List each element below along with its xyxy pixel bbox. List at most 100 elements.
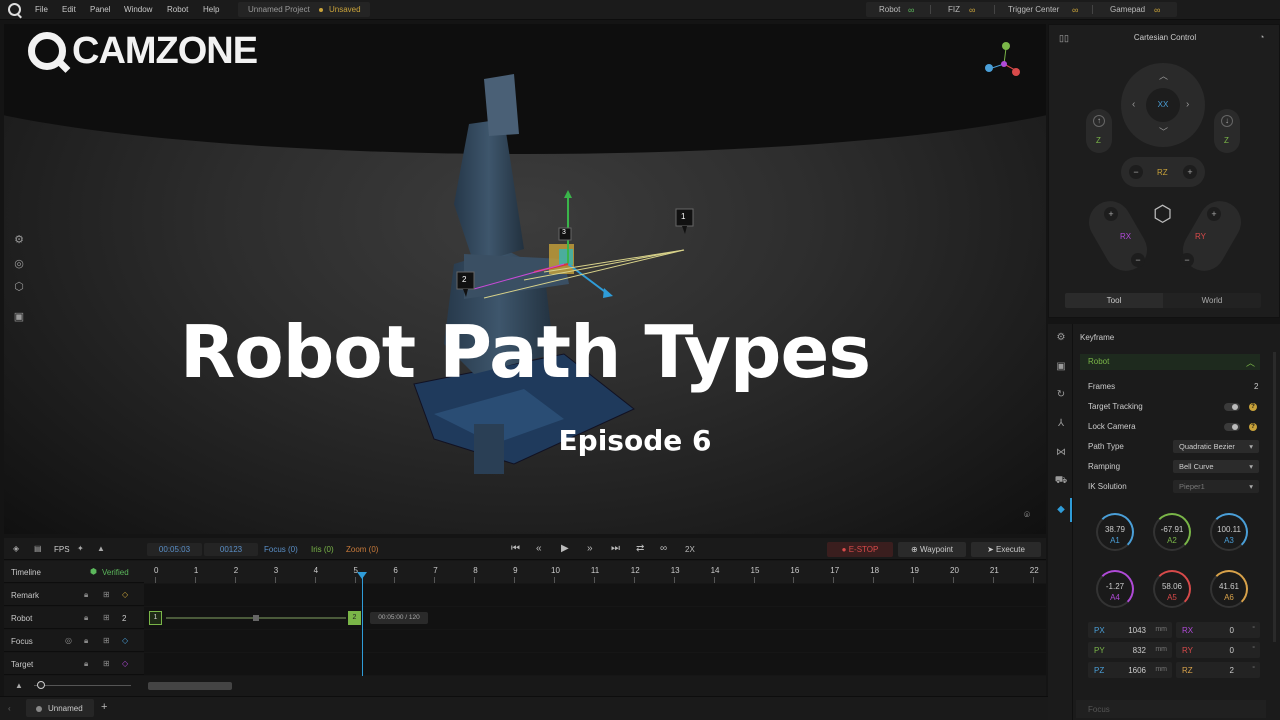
- go-to-start-icon[interactable]: ⏮: [511, 543, 520, 554]
- estop-button[interactable]: ● E-STOP: [827, 542, 893, 557]
- robot-view-icon[interactable]: ⚙: [13, 234, 25, 246]
- track-lane[interactable]: [144, 653, 1046, 675]
- pose-field-ry[interactable]: RY 0 °: [1176, 642, 1260, 658]
- keyframe-diamond-icon[interactable]: ◇: [122, 636, 128, 645]
- orbit-icon[interactable]: ↻: [1054, 388, 1068, 402]
- menu-window[interactable]: Window: [124, 5, 152, 14]
- xy-center-button[interactable]: XX: [1146, 88, 1180, 122]
- path-type-select[interactable]: Quadratic Bezier: [1173, 440, 1259, 453]
- keyframe-diamond-icon[interactable]: ◇: [122, 590, 128, 599]
- joint-dial-a6[interactable]: 41.61 A6: [1210, 570, 1248, 608]
- add-tab-icon[interactable]: +: [101, 701, 107, 713]
- joint-dial-a4[interactable]: -1.27 A4: [1096, 570, 1134, 608]
- dpad-up-icon[interactable]: ︿: [1159, 69, 1168, 82]
- waypoint-button[interactable]: ⊕ Waypoint: [898, 542, 966, 557]
- pose-field-pz[interactable]: PZ 1606 mm: [1088, 662, 1172, 678]
- collapse-icon[interactable]: ︿: [1246, 356, 1255, 369]
- joint-dial-a1[interactable]: 38.79 A1: [1096, 513, 1134, 551]
- tab-scroll-left-icon[interactable]: ‹: [8, 704, 11, 713]
- keyframe-diamond-icon[interactable]: ◆: [1054, 503, 1068, 517]
- lock-icon[interactable]: 🔒︎: [84, 590, 88, 600]
- dpad-left-icon[interactable]: ‹: [1132, 99, 1135, 110]
- panel-scrollbar[interactable]: [1273, 352, 1276, 642]
- joint-dial-a5[interactable]: 58.06 A5: [1153, 570, 1191, 608]
- loop-icon[interactable]: ∞: [660, 543, 667, 554]
- dpad-down-icon[interactable]: ﹀: [1159, 125, 1168, 138]
- step-forward-icon[interactable]: »: [587, 543, 593, 554]
- 3d-viewport[interactable]: 1 2 3 CAMZONE Robot Path Types ⚙ ◎ ⬡ ▣ ⌾: [4, 24, 1046, 534]
- target-icon[interactable]: ◎: [65, 636, 72, 645]
- speed-button[interactable]: 2X: [685, 545, 695, 554]
- rz-plus-button[interactable]: +: [1183, 165, 1197, 179]
- joint-dial-a3[interactable]: 100.11 A3: [1210, 513, 1248, 551]
- playhead-handle[interactable]: [357, 572, 368, 579]
- cube-view-icon[interactable]: ⬡: [13, 281, 25, 293]
- device-robot[interactable]: Robot: [879, 5, 900, 14]
- frame-display[interactable]: 00123: [204, 543, 258, 556]
- camera-icon[interactable]: ▣: [1054, 360, 1068, 374]
- help-icon[interactable]: ?: [1249, 423, 1257, 431]
- rx-plus-button[interactable]: +: [1104, 207, 1118, 221]
- track-lane[interactable]: 1 2 00:05:00 / 120: [144, 607, 1046, 629]
- project-indicator[interactable]: Unnamed Project Unsaved: [238, 2, 370, 17]
- zoom-slider-track[interactable]: [34, 685, 131, 686]
- joint-dial-a2[interactable]: -67.91 A2: [1153, 513, 1191, 551]
- lock-camera-toggle[interactable]: [1224, 423, 1240, 431]
- device-trigger-center[interactable]: Trigger Center: [1008, 5, 1059, 14]
- rz-minus-button[interactable]: −: [1129, 165, 1143, 179]
- zoom-slider-handle[interactable]: [37, 681, 45, 689]
- add-icon[interactable]: ⊞: [103, 636, 110, 645]
- segment-handle[interactable]: [253, 615, 259, 621]
- rail-icon[interactable]: ⋈: [1054, 446, 1068, 460]
- pose-field-rz[interactable]: RZ 2 °: [1176, 662, 1260, 678]
- go-to-end-icon[interactable]: ⏭: [611, 543, 620, 554]
- ry-plus-button[interactable]: +: [1207, 207, 1221, 221]
- rx-minus-button[interactable]: −: [1131, 253, 1145, 267]
- pose-field-rx[interactable]: RX 0 °: [1176, 622, 1260, 638]
- tab-world[interactable]: World: [1163, 293, 1261, 308]
- keyframe-1[interactable]: 1: [149, 611, 162, 625]
- dolly-icon[interactable]: ⛟: [1054, 474, 1068, 488]
- dpad-right-icon[interactable]: ›: [1186, 99, 1189, 110]
- robot-section-header[interactable]: Robot ︿: [1080, 354, 1260, 370]
- pose-field-px[interactable]: PX 1043 mm: [1088, 622, 1172, 638]
- step-back-icon[interactable]: «: [536, 543, 542, 554]
- add-icon[interactable]: ⊞: [103, 659, 110, 668]
- focus-section-header[interactable]: Focus: [1076, 700, 1266, 718]
- keyframe-2[interactable]: 2: [348, 611, 361, 625]
- robot-arm-icon[interactable]: ⚙: [1054, 331, 1068, 345]
- playhead[interactable]: [362, 572, 364, 676]
- lock-icon[interactable]: 🔒︎: [84, 636, 88, 646]
- horizontal-scrollbar[interactable]: [148, 682, 232, 690]
- ik-solution-select[interactable]: Pieper1: [1173, 480, 1259, 493]
- ramping-select[interactable]: Bell Curve: [1173, 460, 1259, 473]
- play-icon[interactable]: ▶: [561, 543, 569, 554]
- add-icon[interactable]: ⊞: [103, 613, 110, 622]
- add-icon[interactable]: ⊞: [103, 590, 110, 599]
- tab-unnamed[interactable]: Unnamed: [26, 699, 94, 717]
- lock-icon[interactable]: 🔒︎: [84, 613, 88, 623]
- axis-icon[interactable]: ⅄: [1054, 417, 1068, 431]
- pingpong-icon[interactable]: ⇄: [636, 543, 644, 554]
- ry-minus-button[interactable]: −: [1180, 253, 1194, 267]
- track-lane[interactable]: [144, 584, 1046, 606]
- orientation-gizmo[interactable]: [985, 42, 1020, 76]
- magic-wand-icon[interactable]: ✦: [77, 544, 84, 553]
- tab-tool[interactable]: Tool: [1065, 293, 1163, 308]
- timecode-display[interactable]: 00:05:03: [147, 543, 202, 556]
- lock-icon[interactable]: 🔒︎: [84, 659, 88, 669]
- layout-icon[interactable]: ▣: [13, 311, 25, 323]
- gauge-icon[interactable]: ◔: [1259, 32, 1264, 42]
- target-tracking-toggle[interactable]: [1224, 403, 1240, 411]
- menu-panel[interactable]: Panel: [90, 5, 110, 14]
- keyframe-diamond-icon[interactable]: ◇: [122, 659, 128, 668]
- menu-help[interactable]: Help: [203, 5, 219, 14]
- device-gamepad[interactable]: Gamepad: [1110, 5, 1145, 14]
- help-icon[interactable]: ?: [1249, 403, 1257, 411]
- layers-icon[interactable]: ◈: [13, 544, 19, 553]
- film-icon[interactable]: ▤: [34, 544, 42, 553]
- chart-icon[interactable]: ▲: [97, 544, 105, 553]
- menu-edit[interactable]: Edit: [62, 5, 76, 14]
- track-lane[interactable]: [144, 630, 1046, 652]
- menu-file[interactable]: File: [35, 5, 48, 14]
